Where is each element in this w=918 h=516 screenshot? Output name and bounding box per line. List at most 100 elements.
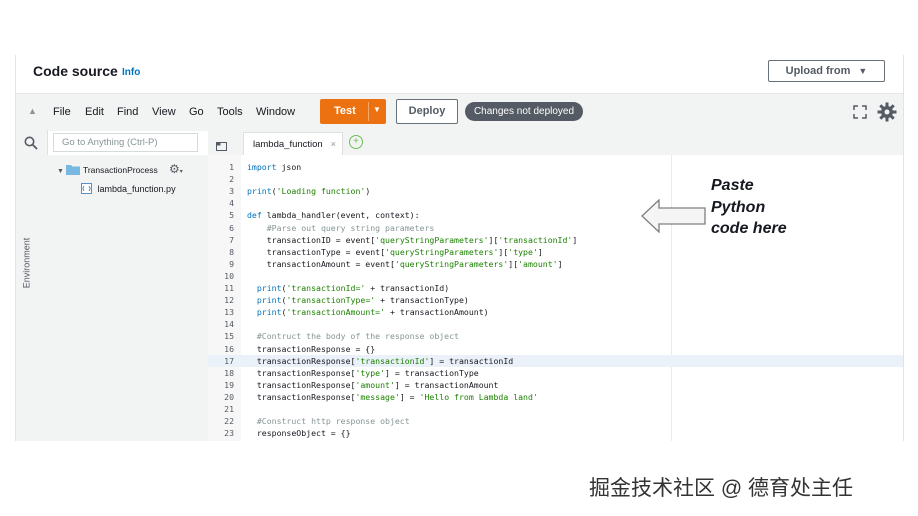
code-line[interactable]: 5 def lambda_handler(event, context):	[208, 209, 903, 221]
code-line[interactable]: 12 print('transactionType=' + transactio…	[208, 294, 903, 306]
code-editor[interactable]: 1 import json 2 3 print('Loading function') 4…	[208, 155, 903, 441]
divider	[368, 102, 369, 121]
code-text: print('Loading function')	[247, 186, 371, 197]
code-line[interactable]: 20 transactionResponse['message'] = 'Hel…	[208, 391, 903, 403]
line-number: 14	[224, 319, 234, 330]
line-number: 21	[224, 404, 234, 414]
test-dropdown-icon[interactable]: ▼	[373, 105, 381, 114]
annotation-line-1: Paste	[711, 177, 754, 194]
expand-triangle-icon[interactable]: ▼	[57, 168, 64, 175]
code-text: transactionResponse['message'] = 'Hello …	[247, 391, 538, 402]
deploy-button[interactable]: Deploy	[396, 99, 458, 124]
code-line[interactable]: 16 transactionResponse = {}	[208, 343, 903, 355]
tab-lambda-function[interactable]: lambda_function ×	[243, 132, 343, 156]
code-line[interactable]: 22 #Construct http response object	[208, 415, 903, 427]
line-number: 2	[229, 174, 234, 185]
go-to-anything-input[interactable]: Go to Anything (Ctrl-P)	[53, 133, 198, 152]
code-text: import json	[247, 162, 302, 172]
tab-label: lambda_function	[253, 139, 323, 150]
code-text: transactionAmount = event['queryStringPa…	[247, 258, 563, 269]
menu-find[interactable]: Find	[117, 106, 138, 118]
file-tree: ▼ TransactionProcess ⚙▾ lambda_function.…	[47, 155, 208, 441]
code-line[interactable]: 1 import json	[208, 161, 903, 173]
collapse-arrow-icon[interactable]: ▲	[28, 106, 37, 116]
code-line[interactable]: 13 print('transactionAmount=' + transact…	[208, 306, 903, 318]
tree-folder[interactable]: ▼ TransactionProcess ⚙▾	[57, 162, 183, 176]
paste-annotation: Paste Python code here	[711, 175, 787, 240]
code-line[interactable]: 9 transactionAmount = event['queryString…	[208, 258, 903, 270]
menu-file[interactable]: File	[53, 106, 71, 118]
code-line[interactable]: 10	[208, 270, 903, 282]
code-line[interactable]: 2	[208, 173, 903, 185]
code-line[interactable]: 18 transactionResponse['type'] = transac…	[208, 367, 903, 379]
tree-file[interactable]: lambda_function.py	[81, 183, 176, 194]
line-number: 10	[224, 270, 234, 281]
code-text: #Construct http response object	[247, 416, 410, 427]
environment-tab[interactable]: Environment	[16, 230, 47, 300]
environment-tab-label: Environment	[21, 237, 32, 289]
upload-from-button[interactable]: Upload from ▼	[768, 60, 885, 82]
code-line[interactable]: 7 transactionID = event['queryStringPara…	[208, 234, 903, 246]
ide-menubar: ▲ File Edit Find View Go Tools Window Te…	[16, 93, 903, 131]
line-number: 18	[224, 367, 234, 378]
tabs-icon[interactable]	[216, 138, 227, 156]
line-number: 22	[224, 416, 234, 427]
code-line[interactable]: 8 transactionType = event['queryStringPa…	[208, 246, 903, 258]
line-number: 6	[229, 222, 234, 233]
code-text: print('transactionAmount=' + transaction…	[256, 307, 489, 318]
left-arrow-icon	[641, 198, 707, 238]
ide-side-strip: Environment	[16, 130, 48, 441]
caret-down-icon: ▼	[858, 66, 868, 76]
line-number: 9	[229, 258, 234, 269]
code-line[interactable]: 19 transactionResponse['amount'] = trans…	[208, 379, 903, 391]
line-number: 13	[224, 307, 234, 318]
line-number: 7	[229, 234, 234, 245]
code-text: def lambda_handler(event, context):	[247, 210, 420, 221]
code-line[interactable]: 21	[208, 403, 903, 415]
upload-from-label: Upload from	[785, 65, 851, 77]
line-number: 23	[224, 428, 234, 439]
add-tab-icon[interactable]: +	[349, 135, 363, 149]
menu-edit[interactable]: Edit	[85, 106, 104, 118]
code-text: transactionID = event['queryStringParame…	[247, 234, 578, 245]
code-line[interactable]: 15 #Contruct the body of the response ob…	[208, 330, 903, 342]
code-line[interactable]: 23 responseObject = {}	[208, 427, 903, 439]
test-label: Test	[334, 105, 356, 117]
folder-name: TransactionProcess	[82, 165, 158, 175]
info-link[interactable]: Info	[122, 67, 140, 78]
search-icon[interactable]	[24, 136, 38, 155]
code-line[interactable]: 6 #Parse out query string parameters	[208, 222, 903, 234]
menu-go[interactable]: Go	[189, 106, 204, 118]
line-number: 5	[229, 210, 234, 221]
annotation-line-3: code here	[711, 220, 787, 237]
editor-tab-bar: lambda_function × +	[208, 130, 903, 156]
code-line[interactable]: 11 print('transactionId=' + transactionI…	[208, 282, 903, 294]
file-name: lambda_function.py	[97, 184, 176, 194]
test-button[interactable]: Test ▼	[320, 99, 386, 124]
code-line[interactable]: 3 print('Loading function')	[208, 185, 903, 197]
folder-gear-icon[interactable]: ⚙▾	[169, 162, 183, 176]
menu-tools[interactable]: Tools	[217, 106, 243, 118]
menu-view[interactable]: View	[152, 106, 176, 118]
line-number: 1	[229, 162, 234, 172]
gear-icon[interactable]	[877, 102, 897, 127]
fullscreen-icon[interactable]	[853, 105, 867, 124]
line-number: 19	[224, 379, 234, 390]
code-text: #Contruct the body of the response objec…	[247, 331, 459, 342]
code-text: transactionResponse = {}	[247, 343, 376, 354]
line-number: 16	[224, 343, 234, 354]
close-icon[interactable]: ×	[331, 139, 336, 149]
code-line[interactable]: 14	[208, 318, 903, 330]
panel-header: Code source Info Upload from ▼	[16, 55, 903, 93]
status-badge: Changes not deployed	[465, 102, 583, 121]
annotation-line-2: Python	[711, 198, 766, 216]
code-text: transactionResponse['amount'] = transact…	[247, 379, 499, 390]
code-line[interactable]: 4	[208, 197, 903, 209]
line-number: 15	[224, 331, 234, 342]
code-line[interactable]: 17 transactionResponse['transactionId'] …	[208, 354, 903, 367]
code-text: print('transactionId=' + transactionId)	[256, 283, 450, 293]
menu-window[interactable]: Window	[256, 106, 295, 118]
line-number: 20	[224, 391, 234, 402]
watermark: 掘金技术社区 @ 德育处主任	[589, 477, 853, 500]
code-text: transactionResponse['type'] = transactio…	[247, 367, 479, 378]
